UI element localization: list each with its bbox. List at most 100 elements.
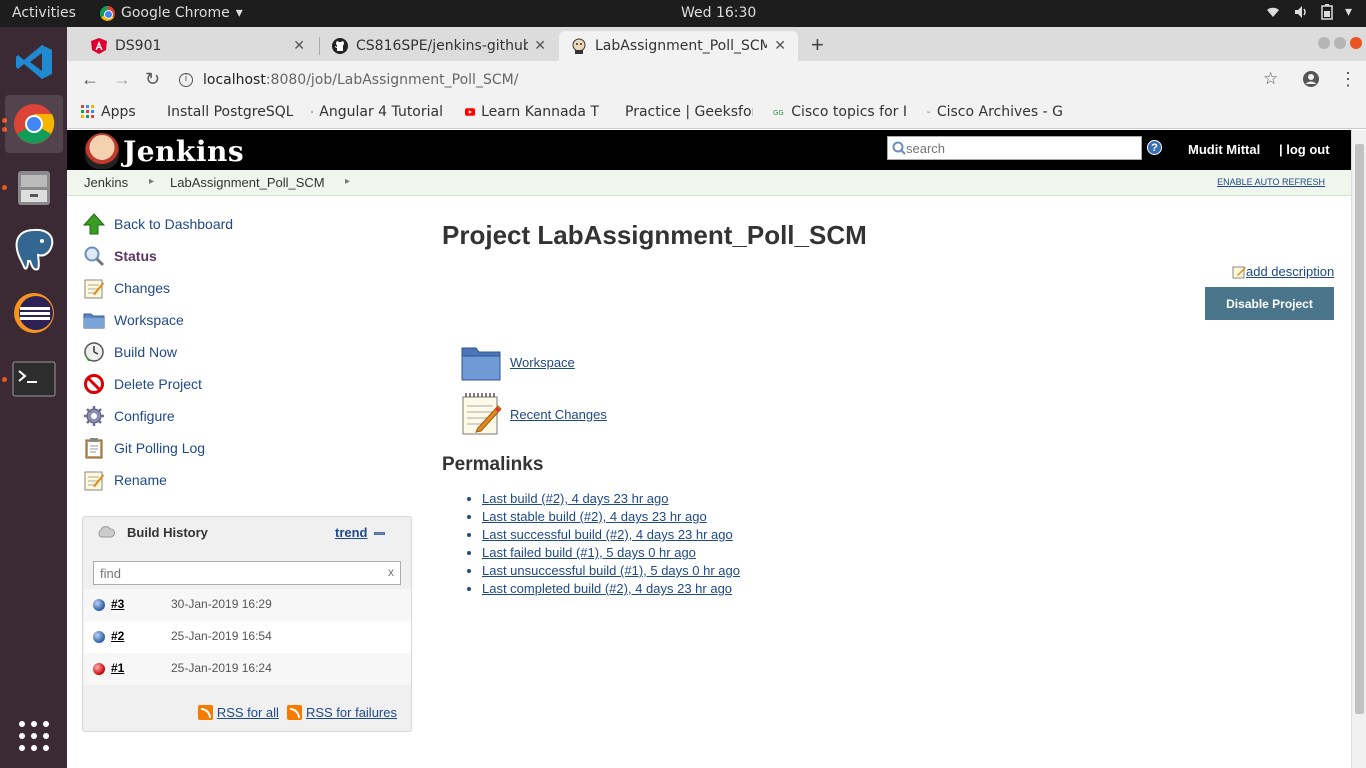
rss-all-link[interactable]: RSS for all — [217, 705, 279, 720]
trend-link[interactable]: trend — [335, 525, 368, 540]
jenkins-icon — [572, 38, 586, 54]
volume-icon — [1294, 6, 1306, 18]
activities-button[interactable]: Activities — [12, 5, 76, 21]
permalink-link[interactable]: Last successful build (#2), 4 days 23 hr… — [482, 527, 733, 542]
permalink-item[interactable]: Last successful build (#2), 4 days 23 hr… — [482, 527, 740, 545]
workspace-link-label[interactable]: Workspace — [510, 355, 575, 370]
page-scrollbar[interactable] — [1351, 130, 1366, 768]
permalink-link[interactable]: Last completed build (#2), 4 days 23 hr … — [482, 581, 732, 596]
build-number-link[interactable]: #1 — [111, 661, 124, 675]
files-launcher[interactable] — [5, 158, 63, 216]
jenkins-logo[interactable]: Jenkins — [85, 133, 244, 169]
build-number-link[interactable]: #3 — [111, 597, 124, 611]
enable-auto-refresh-link[interactable]: ENABLE AUTO REFRESH — [1217, 177, 1325, 187]
permalink-item[interactable]: Last build (#2), 4 days 23 hr ago — [482, 491, 740, 509]
postgresql-elephant-icon — [15, 228, 54, 271]
reload-icon[interactable]: ↻ — [145, 69, 160, 90]
search-box[interactable] — [887, 136, 1142, 160]
bookmark-item[interactable]: Angular 4 Tutorial — [311, 104, 443, 120]
close-icon[interactable]: ✕ — [293, 38, 305, 54]
system-tray[interactable]: ▾ — [1265, 4, 1352, 20]
clear-filter-icon[interactable]: x — [388, 565, 394, 579]
back-arrow-icon[interactable]: ← — [81, 69, 99, 90]
app-menu[interactable]: Google Chrome ▾ — [100, 5, 243, 21]
workspace-link[interactable]: Workspace — [460, 342, 575, 382]
task-git-polling-log[interactable]: Git Polling Log — [82, 435, 205, 461]
menu-kebab-icon[interactable]: ⋮ — [1339, 69, 1357, 90]
task-delete-project[interactable]: Delete Project — [82, 371, 202, 397]
bookmark-item[interactable]: Learn Kannada T — [465, 104, 599, 120]
recent-changes-link-label[interactable]: Recent Changes — [510, 407, 607, 422]
bookmark-item[interactable]: GG Cisco Archives - G — [927, 104, 1063, 120]
permalink-link[interactable]: Last stable build (#2), 4 days 23 hr ago — [482, 509, 707, 524]
bookmark-item[interactable]: GG Practice | GeeksforGeeks — [619, 104, 753, 120]
browser-tab[interactable]: DS901 ✕ — [79, 31, 317, 61]
bookmark-star-icon[interactable]: ☆ — [1263, 69, 1278, 89]
task-rename[interactable]: Rename — [82, 467, 167, 493]
maximize-button[interactable] — [1334, 37, 1346, 49]
build-number-link[interactable]: #2 — [111, 629, 124, 643]
bookmark-apps[interactable]: Apps — [81, 104, 136, 120]
breadcrumb-item[interactable]: Jenkins — [84, 175, 128, 190]
forward-arrow-icon[interactable]: → — [113, 69, 131, 90]
task-status[interactable]: Status — [82, 243, 157, 269]
search-input[interactable] — [906, 140, 1126, 156]
permalink-link[interactable]: Last failed build (#1), 5 days 0 hr ago — [482, 545, 696, 560]
task-workspace[interactable]: Workspace — [82, 307, 184, 333]
task-build-now[interactable]: Build Now — [82, 339, 177, 365]
task-configure[interactable]: Configure — [82, 403, 175, 429]
task-back-to-dashboard[interactable]: Back to Dashboard — [82, 211, 233, 237]
build-filter-input[interactable] — [100, 563, 380, 583]
task-changes[interactable]: Changes — [82, 275, 170, 301]
new-tab-button[interactable]: + — [811, 32, 824, 58]
permalink-item[interactable]: Last failed build (#1), 5 days 0 hr ago — [482, 545, 740, 563]
window-close-button[interactable] — [1350, 37, 1362, 49]
disable-project-button[interactable]: Disable Project — [1205, 287, 1334, 320]
pgadmin-launcher[interactable] — [5, 221, 63, 279]
url-path: :8080/job/LabAssignment_Poll_SCM/ — [265, 71, 519, 88]
minimize-button[interactable] — [1318, 37, 1330, 49]
tab-title: CS816SPE/jenkins-github — [356, 38, 528, 54]
permalink-item[interactable]: Last unsuccessful build (#1), 5 days 0 h… — [482, 563, 740, 581]
battery-icon — [1321, 4, 1333, 20]
browser-tab[interactable]: CS816SPE/jenkins-github ✕ — [320, 31, 558, 61]
clock[interactable]: Wed 16:30 — [681, 5, 756, 21]
build-history-panel: Build History trend x #3 30-Jan-2019 16:… — [82, 516, 412, 732]
chevron-right-icon[interactable]: ▸ — [345, 176, 350, 187]
close-icon[interactable]: ✕ — [774, 38, 786, 54]
recent-changes-link[interactable]: Recent Changes — [460, 392, 607, 436]
add-description-link[interactable]: add description — [1232, 264, 1334, 279]
info-icon[interactable]: i — [179, 72, 193, 87]
rss-failures-link[interactable]: RSS for failures — [306, 705, 397, 720]
permalink-link[interactable]: Last build (#2), 4 days 23 hr ago — [482, 491, 668, 506]
permalink-item[interactable]: Last completed build (#2), 4 days 23 hr … — [482, 581, 740, 599]
vscode-launcher[interactable] — [5, 33, 63, 91]
help-icon[interactable]: ? — [1147, 140, 1162, 155]
breadcrumb-item[interactable]: LabAssignment_Poll_SCM — [170, 175, 325, 190]
collapse-icon[interactable] — [374, 532, 385, 535]
permalink-link[interactable]: Last unsuccessful build (#1), 5 days 0 h… — [482, 563, 740, 578]
geeksforgeeks-icon: GG — [773, 109, 784, 117]
permalink-item[interactable]: Last stable build (#2), 4 days 23 hr ago — [482, 509, 740, 527]
build-filter-box[interactable]: x — [93, 561, 401, 585]
chrome-launcher[interactable] — [5, 95, 63, 153]
build-history-header: Build History trend — [83, 517, 411, 549]
eclipse-launcher[interactable] — [5, 284, 63, 342]
logout-link[interactable]: | log out — [1279, 142, 1330, 157]
eclipse-icon — [14, 293, 54, 333]
bookmark-item[interactable]: Install PostgreSQL — [161, 104, 293, 120]
rss-icon — [286, 705, 302, 720]
bookmark-item[interactable]: GG Cisco topics for I — [773, 104, 907, 120]
terminal-launcher[interactable] — [5, 350, 63, 408]
jenkins-logo-text: Jenkins — [123, 134, 245, 168]
task-label: Configure — [114, 408, 175, 424]
user-link[interactable]: Mudit Mittal — [1188, 142, 1260, 157]
scrollbar-thumb[interactable] — [1355, 144, 1364, 714]
chevron-right-icon[interactable]: ▸ — [149, 176, 154, 187]
bookmarks-bar: Apps Install PostgreSQL Angular 4 Tutori… — [67, 97, 1366, 129]
close-icon[interactable]: ✕ — [534, 38, 546, 54]
address-bar[interactable]: i localhost:8080/job/LabAssignment_Poll_… — [179, 67, 1269, 92]
browser-tab-active[interactable]: LabAssignment_Poll_SCM ✕ — [559, 31, 798, 61]
profile-avatar-icon[interactable] — [1302, 70, 1320, 88]
show-applications-button[interactable] — [5, 707, 63, 765]
